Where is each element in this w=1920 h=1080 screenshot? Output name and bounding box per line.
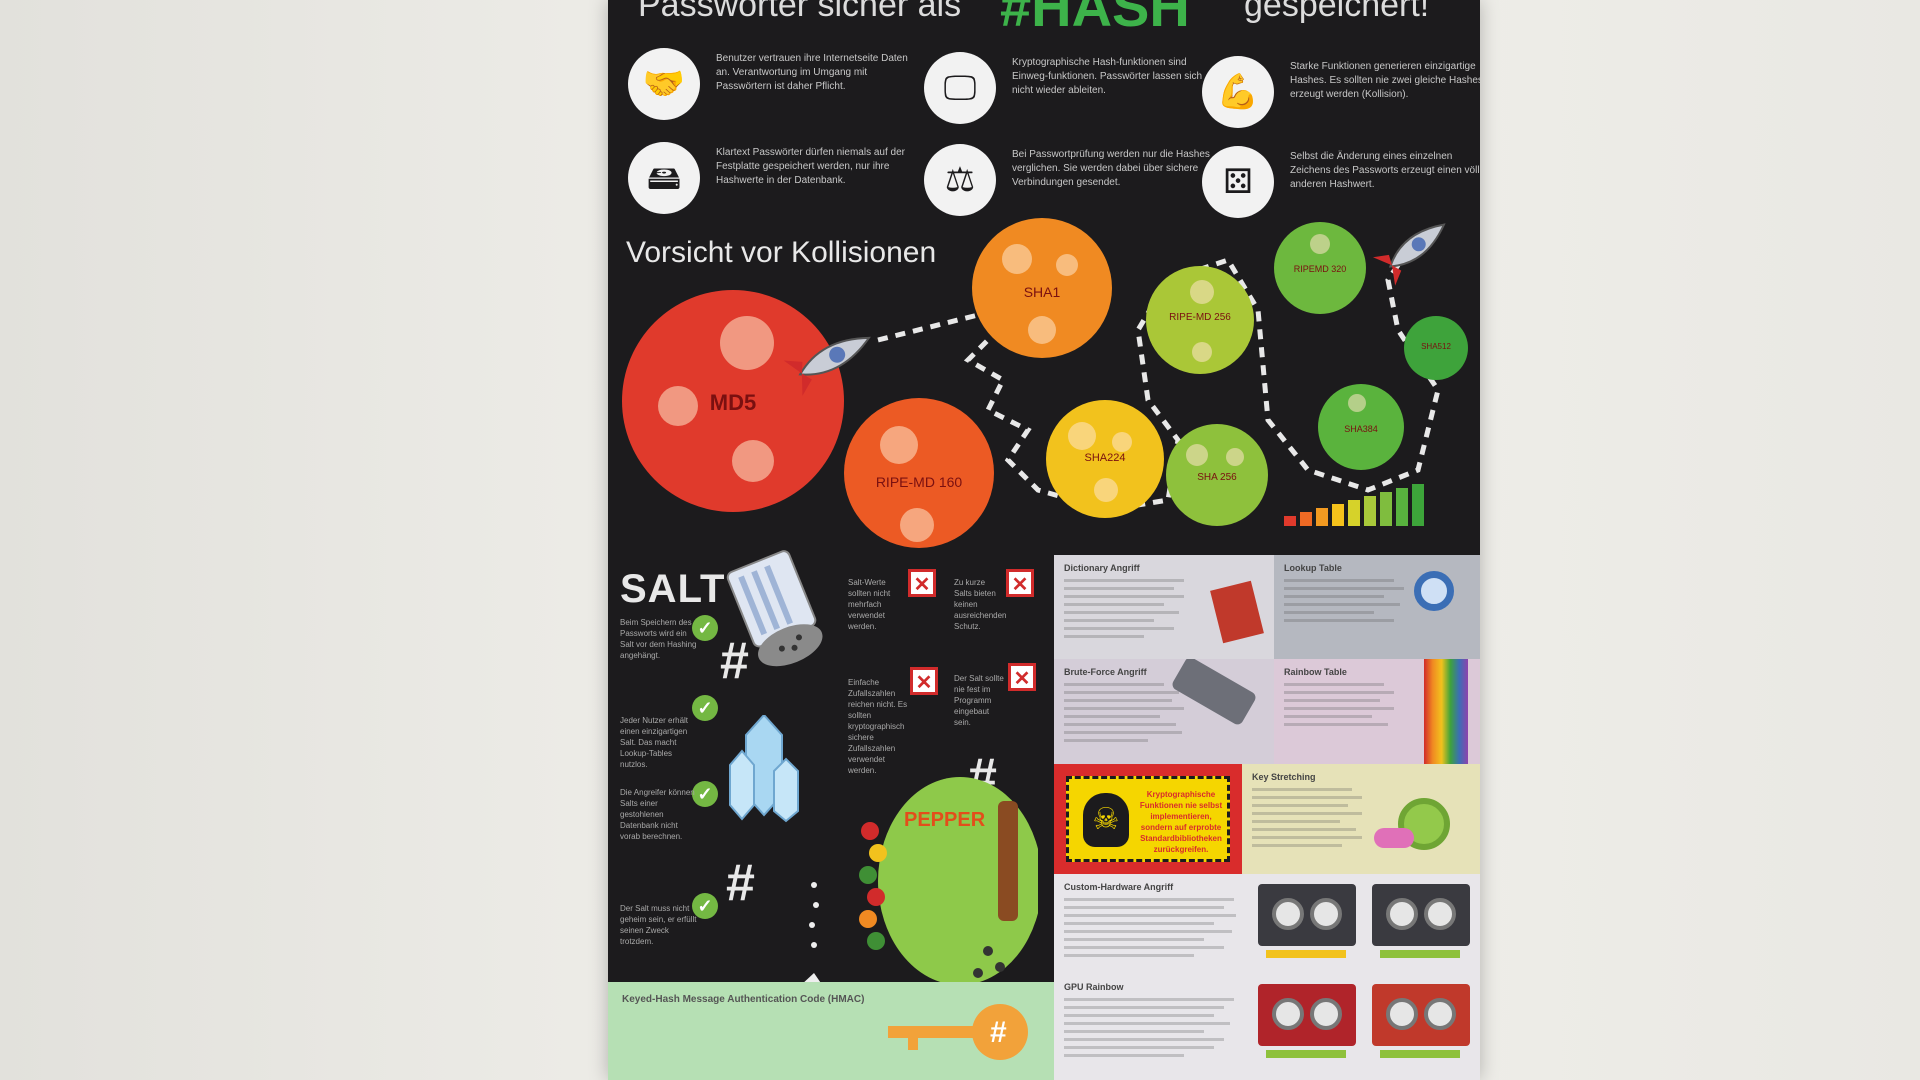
panel-custom-hardware: Custom-Hardware Angriff GPU Rainbow — [1054, 874, 1480, 1080]
strength-bars — [1284, 484, 1424, 526]
gpu-icon — [1372, 984, 1470, 1058]
crater — [880, 426, 918, 464]
blob-label: SHA1 — [1023, 284, 1061, 300]
book-icon — [1210, 580, 1264, 644]
gpu-icon — [1258, 984, 1356, 1058]
key-icon: # — [888, 1004, 1028, 1060]
crater — [1094, 478, 1118, 502]
crater — [1068, 422, 1096, 450]
panel-rainbow: Rainbow Table — [1274, 659, 1480, 764]
hash-blob-sha256: SHA 256 — [1166, 424, 1268, 526]
gpu-icon — [1372, 884, 1470, 958]
blob-label: SHA512 — [1421, 342, 1451, 351]
crater — [1002, 244, 1032, 274]
panel-title: GPU Rainbow — [1064, 982, 1124, 992]
crater — [1028, 316, 1056, 344]
fact-text: Selbst die Änderung eines einzelnen Zeic… — [1290, 151, 1480, 190]
crater — [732, 440, 774, 482]
panel-title: Custom-Hardware Angriff — [1064, 882, 1174, 892]
gpu-icon — [1258, 884, 1356, 958]
crater — [1112, 432, 1132, 452]
minigun-icon — [1170, 659, 1258, 727]
cross-icon: ✕ — [910, 667, 938, 695]
fact-text: Bei Passwortprüfung werden nur die Hashe… — [1012, 149, 1210, 188]
panel-bruteforce: Brute-Force Angriff — [1054, 659, 1274, 764]
salt-con-text: Salt-Werte sollten nicht mehrfach verwen… — [848, 578, 891, 631]
skull-icon: ☠ — [1083, 793, 1129, 847]
fact-text: Klartext Passwörter dürfen niemals auf d… — [716, 147, 905, 186]
cross-icon: ✕ — [908, 569, 936, 597]
crater — [1190, 280, 1214, 304]
panel-title: Dictionary Angriff — [1064, 563, 1140, 573]
domino-icon: ⚄ — [1202, 146, 1274, 218]
svg-text:#: # — [990, 1016, 1007, 1049]
rocket-icon — [783, 336, 871, 396]
fact-text: Starke Funktionen generieren einzigartig… — [1290, 61, 1480, 100]
hash-symbol: # — [720, 632, 749, 690]
blob-label: SHA224 — [1084, 452, 1126, 464]
salt-con-text: Einfache Zufallszahlen reichen nicht. Es… — [848, 678, 908, 775]
salt-pro-text: Die Angreifer können Salts einer gestohl… — [620, 788, 695, 841]
hash-blob-ripemd160: RIPE-MD 160 — [844, 398, 994, 548]
cross-icon: ✕ — [1008, 663, 1036, 691]
rainbow-icon — [1424, 659, 1468, 764]
panel-title: Rainbow Table — [1284, 667, 1347, 677]
pepper-illustration — [859, 777, 1038, 985]
hash-blob-sha384: SHA384 — [1318, 384, 1404, 470]
blob-label: RIPE-MD 160 — [875, 474, 963, 490]
hash-blob-ripemd256: RIPE-MD 256 — [1146, 266, 1254, 374]
warning-text: Kryptographische Funktionen nie selbst i… — [1139, 790, 1223, 854]
crater — [1310, 234, 1330, 254]
salt-heading: SALT — [620, 567, 726, 611]
hash-blob-sha224: SHA224 — [1046, 400, 1164, 518]
cross-icon: ✕ — [1006, 569, 1034, 597]
snail-body — [1374, 828, 1414, 848]
salt-pro-text: Beim Speichern des Passworts wird ein Sa… — [620, 618, 697, 660]
salt-con-text: Der Salt sollte nie fest im Programm ein… — [954, 674, 1004, 727]
fact-text: Kryptographische Hash-funktionen sind Ei… — [1012, 57, 1203, 96]
hmac-section: Keyed-Hash Message Authentication Code (… — [608, 982, 1054, 1080]
panel-dictionary: Dictionary Angriff — [1054, 555, 1274, 659]
handshake-icon: 🤝 — [628, 48, 700, 120]
panel-title: Key Stretching — [1252, 772, 1316, 782]
crater — [1056, 254, 1078, 276]
crater — [720, 316, 774, 370]
panel-title: Lookup Table — [1284, 563, 1342, 573]
crater — [900, 508, 934, 542]
hmac-title: Keyed-Hash Message Authentication Code (… — [622, 994, 865, 1005]
fact-text: Benutzer vertrauen ihre Internetseite Da… — [716, 53, 908, 92]
crystal-icon — [729, 715, 799, 823]
title-hash: #HASH — [1000, 0, 1190, 38]
salt-pro-text: Der Salt muss nicht geheim sein, er erfü… — [620, 904, 697, 946]
blob-label: SHA384 — [1344, 424, 1378, 434]
panel-title: Brute-Force Angriff — [1064, 667, 1147, 677]
crater — [1192, 342, 1212, 362]
hash-infographic-poster: Passwörter sicher als #HASH gespeichert!… — [608, 0, 1480, 1080]
blob-label: RIPE-MD 256 — [1169, 312, 1231, 323]
title-part-3: gespeichert! — [1244, 0, 1430, 24]
blob-label: SHA 256 — [1197, 472, 1237, 483]
hash-blob-sha1: SHA1 — [972, 218, 1112, 358]
crater — [1226, 448, 1244, 466]
warning-inner: ☠ Kryptographische Funktionen nie selbst… — [1066, 776, 1230, 862]
monitor-icon: 🖵 — [924, 52, 996, 124]
harddrive-icon: 🖴 — [628, 142, 700, 214]
poster-title: Passwörter sicher als #HASH gespeichert! — [608, 0, 1480, 38]
scales-icon: ⚖ — [924, 144, 996, 216]
crater — [1186, 444, 1208, 466]
hash-blob-sha512: SHA512 — [1404, 316, 1468, 380]
magnifier-icon — [1414, 571, 1454, 611]
title-part-1: Passwörter sicher als — [638, 0, 962, 24]
panel-key-stretching: Key Stretching — [1242, 764, 1480, 874]
pepper-heading: PEPPER — [904, 809, 986, 831]
rocket-icon — [1372, 223, 1446, 286]
crater — [1348, 394, 1366, 412]
blob-label: RIPEMD 320 — [1293, 264, 1347, 274]
panel-lookup: Lookup Table — [1274, 555, 1480, 659]
warning-box: ☠ Kryptographische Funktionen nie selbst… — [1054, 764, 1242, 874]
salt-con-text: Zu kurze Salts bieten keinen ausreichend… — [954, 578, 1007, 631]
muscle-icon: 💪 — [1202, 56, 1274, 128]
salt-pro-text: Jeder Nutzer erhält einen einzigartigen … — [620, 716, 689, 769]
hash-blob-ripemd320: RIPEMD 320 — [1274, 222, 1366, 314]
